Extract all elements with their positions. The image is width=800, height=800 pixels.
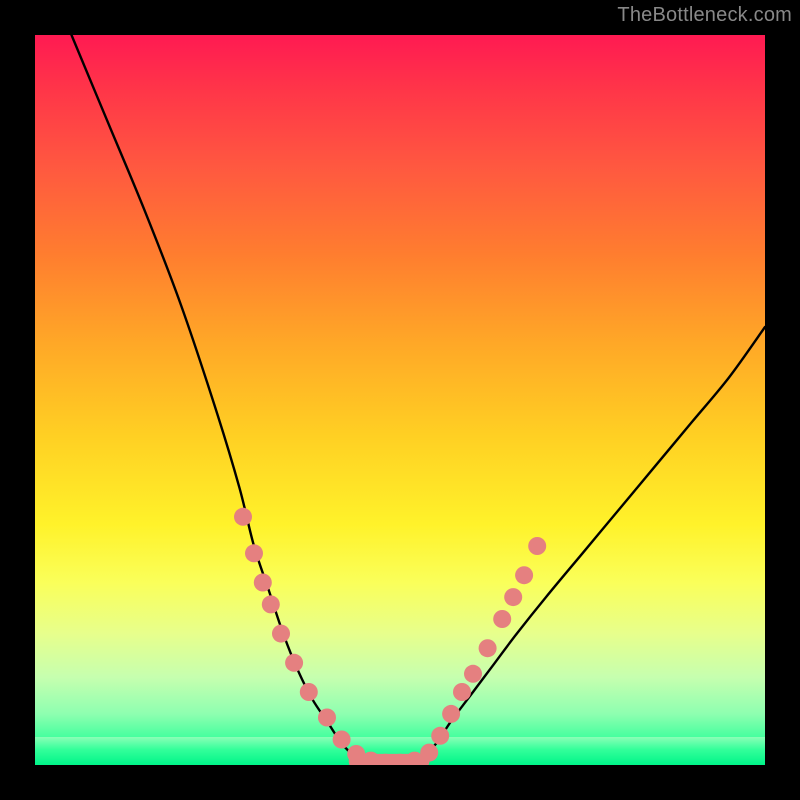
highlight-dot (254, 574, 272, 592)
highlight-dot (272, 625, 290, 643)
chart-stage: TheBottleneck.com (0, 0, 800, 800)
highlight-dot (528, 537, 546, 555)
highlight-dot (453, 683, 471, 701)
highlight-dot (300, 683, 318, 701)
highlight-dot (318, 709, 336, 727)
highlight-dot (504, 588, 522, 606)
highlight-dot (515, 566, 533, 584)
highlight-dot (245, 544, 263, 562)
highlight-dot (464, 665, 482, 683)
plot-area (35, 35, 765, 765)
highlight-dot (442, 705, 460, 723)
bottleneck-curve (72, 35, 766, 765)
highlight-dot (431, 727, 449, 745)
highlight-dot (262, 595, 280, 613)
highlight-dot (420, 744, 438, 762)
highlight-dot (479, 639, 497, 657)
highlight-dots (234, 508, 546, 765)
highlight-dot (333, 731, 351, 749)
highlight-dot (493, 610, 511, 628)
highlight-dot (234, 508, 252, 526)
highlight-dot (285, 654, 303, 672)
watermark-label: TheBottleneck.com (617, 4, 792, 27)
curve-layer (35, 35, 765, 765)
